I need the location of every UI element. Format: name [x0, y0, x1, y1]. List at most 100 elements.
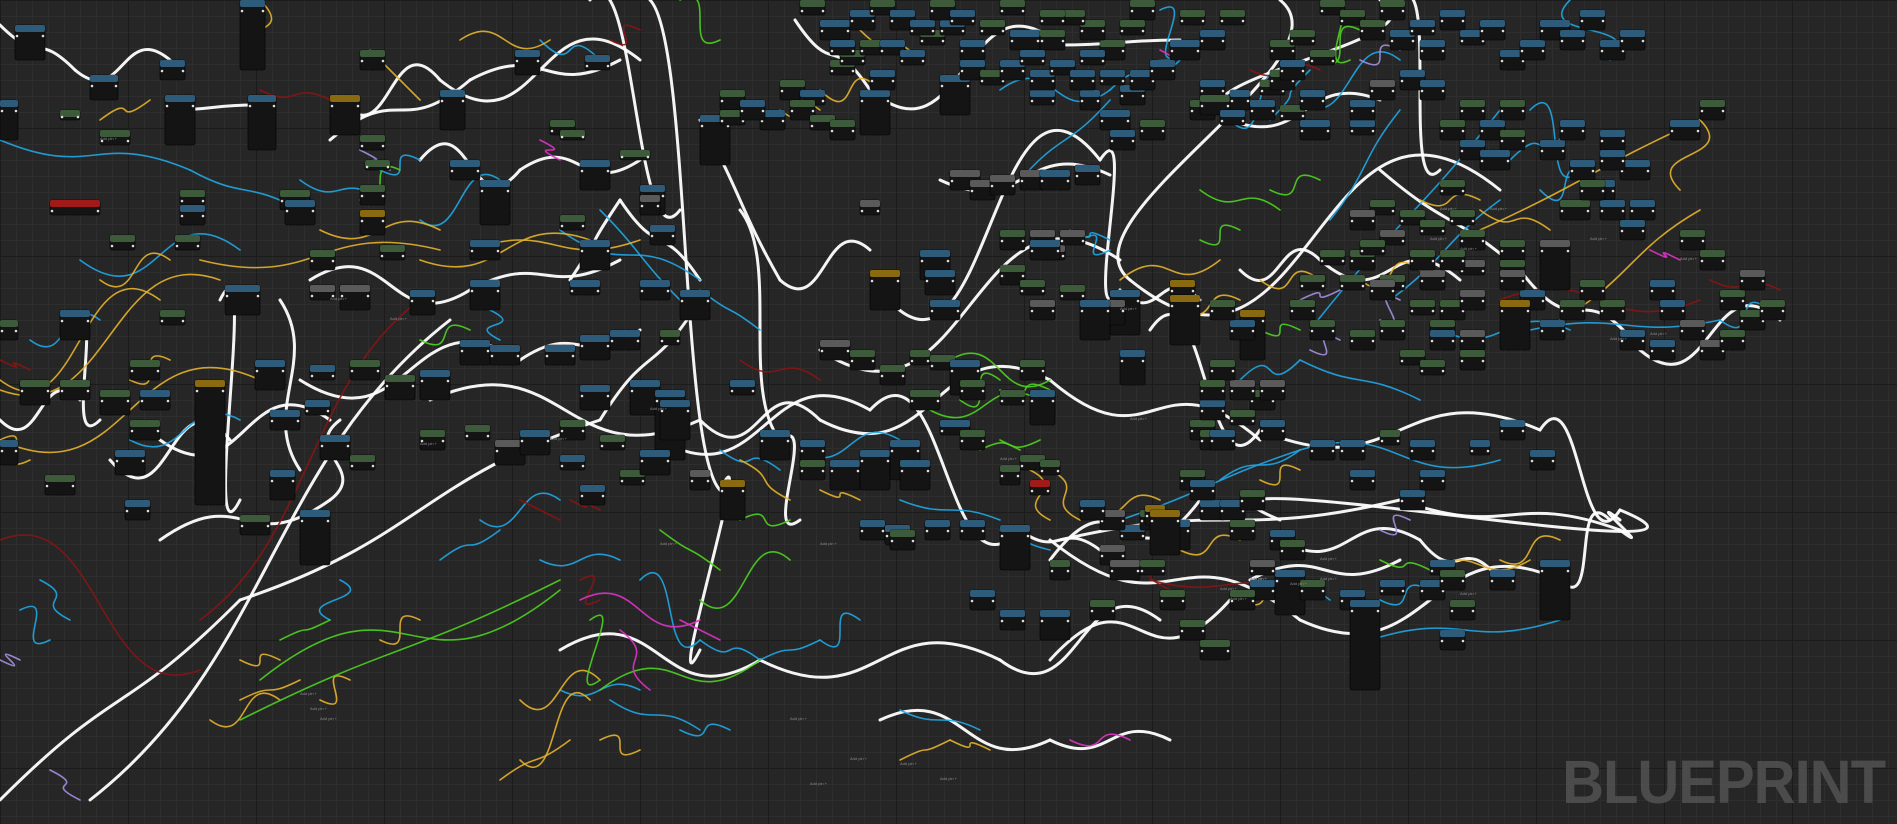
node-pin[interactable]	[666, 459, 670, 463]
add-pin-label[interactable]: Add pin +	[1440, 206, 1458, 211]
node-pin[interactable]	[1431, 449, 1435, 453]
node-pin[interactable]	[1041, 59, 1045, 63]
node-pin[interactable]	[386, 165, 390, 169]
node-pin[interactable]	[960, 69, 964, 73]
node-pin[interactable]	[240, 524, 244, 528]
node-pin[interactable]	[1271, 569, 1275, 573]
node-pin[interactable]	[41, 34, 45, 38]
node-pin[interactable]	[126, 399, 130, 403]
node-pin[interactable]	[160, 319, 164, 323]
node-pin[interactable]	[1081, 239, 1085, 243]
node-pin[interactable]	[1311, 309, 1315, 313]
node-pin[interactable]	[1450, 609, 1454, 613]
node-pin[interactable]	[1721, 259, 1725, 263]
graph-node[interactable]	[859, 449, 891, 491]
node-pin[interactable]	[720, 99, 724, 103]
node-pin[interactable]	[1041, 289, 1045, 293]
node-pin[interactable]	[830, 69, 834, 73]
node-pin[interactable]	[990, 184, 994, 188]
graph-node[interactable]	[1349, 209, 1376, 231]
graph-node[interactable]	[1379, 0, 1406, 21]
node-pin[interactable]	[960, 49, 964, 53]
node-pin[interactable]	[1101, 29, 1105, 33]
graph-node[interactable]	[384, 374, 416, 401]
node-pin[interactable]	[281, 369, 285, 373]
node-pin[interactable]	[1056, 249, 1060, 253]
node-pin[interactable]	[270, 479, 274, 483]
node-pin[interactable]	[1420, 229, 1424, 233]
graph-node[interactable]	[999, 464, 1021, 486]
node-pin[interactable]	[1600, 209, 1604, 213]
node-pin[interactable]	[1461, 19, 1465, 23]
node-pin[interactable]	[1141, 359, 1145, 363]
node-pin[interactable]	[180, 199, 184, 203]
node-pin[interactable]	[890, 19, 894, 23]
node-pin[interactable]	[1420, 479, 1424, 483]
node-pin[interactable]	[1480, 129, 1484, 133]
node-pin[interactable]	[486, 434, 490, 438]
node-pin[interactable]	[1401, 589, 1405, 593]
graph-node[interactable]	[1119, 19, 1146, 36]
node-pin[interactable]	[891, 79, 895, 83]
node-pin[interactable]	[890, 539, 894, 543]
node-pin[interactable]	[490, 354, 494, 358]
node-pin[interactable]	[1461, 189, 1465, 193]
node-pin[interactable]	[1420, 279, 1424, 283]
graph-node[interactable]	[1539, 559, 1571, 621]
graph-node[interactable]	[1019, 49, 1046, 66]
graph-node[interactable]	[1579, 9, 1606, 31]
node-pin[interactable]	[580, 249, 584, 253]
node-pin[interactable]	[1371, 339, 1375, 343]
node-pin[interactable]	[1080, 309, 1084, 313]
node-pin[interactable]	[1520, 49, 1524, 53]
node-pin[interactable]	[580, 169, 584, 173]
node-pin[interactable]	[1401, 239, 1405, 243]
node-pin[interactable]	[1261, 499, 1265, 503]
graph-node[interactable]	[44, 474, 76, 496]
node-pin[interactable]	[1360, 249, 1364, 253]
node-pin[interactable]	[181, 319, 185, 323]
node-pin[interactable]	[1251, 599, 1255, 603]
node-pin[interactable]	[1081, 294, 1085, 298]
node-pin[interactable]	[1370, 289, 1374, 293]
graph-node[interactable]	[899, 49, 926, 66]
node-pin[interactable]	[1100, 554, 1104, 558]
graph-node[interactable]	[1529, 449, 1556, 471]
graph-node[interactable]	[1119, 349, 1146, 386]
node-pin[interactable]	[580, 494, 584, 498]
graph-node[interactable]	[1379, 429, 1401, 446]
graph-node[interactable]	[1299, 119, 1331, 141]
node-pin[interactable]	[114, 84, 118, 88]
node-pin[interactable]	[1381, 29, 1385, 33]
node-pin[interactable]	[1641, 39, 1645, 43]
node-pin[interactable]	[1251, 529, 1255, 533]
blueprint-graph-canvas[interactable]: Add pin + Add pin + Add pin + Add pin + Add …	[0, 0, 1897, 824]
node-pin[interactable]	[821, 9, 825, 13]
node-pin[interactable]	[1620, 39, 1624, 43]
node-pin[interactable]	[1160, 599, 1164, 603]
node-pin[interactable]	[1400, 79, 1404, 83]
node-pin[interactable]	[800, 469, 804, 473]
graph-node[interactable]	[1579, 279, 1606, 301]
add-pin-label[interactable]: Add pin +	[1430, 236, 1448, 241]
node-pin[interactable]	[970, 599, 974, 603]
node-pin[interactable]	[381, 59, 385, 63]
node-pin[interactable]	[585, 64, 589, 68]
node-pin[interactable]	[125, 509, 129, 513]
graph-node[interactable]	[1499, 129, 1526, 151]
node-pin[interactable]	[1540, 149, 1544, 153]
node-pin[interactable]	[860, 459, 864, 463]
node-pin[interactable]	[1221, 39, 1225, 43]
node-pin[interactable]	[580, 394, 584, 398]
node-pin[interactable]	[1321, 589, 1325, 593]
node-pin[interactable]	[960, 389, 964, 393]
graph-node[interactable]	[1349, 599, 1381, 691]
graph-node[interactable]	[129, 419, 161, 441]
node-pin[interactable]	[720, 489, 724, 493]
node-pin[interactable]	[606, 169, 610, 173]
graph-node[interactable]	[489, 344, 521, 366]
node-pin[interactable]	[700, 124, 704, 128]
node-pin[interactable]	[1370, 89, 1374, 93]
graph-node[interactable]	[859, 519, 886, 541]
graph-node[interactable]	[1579, 179, 1606, 201]
